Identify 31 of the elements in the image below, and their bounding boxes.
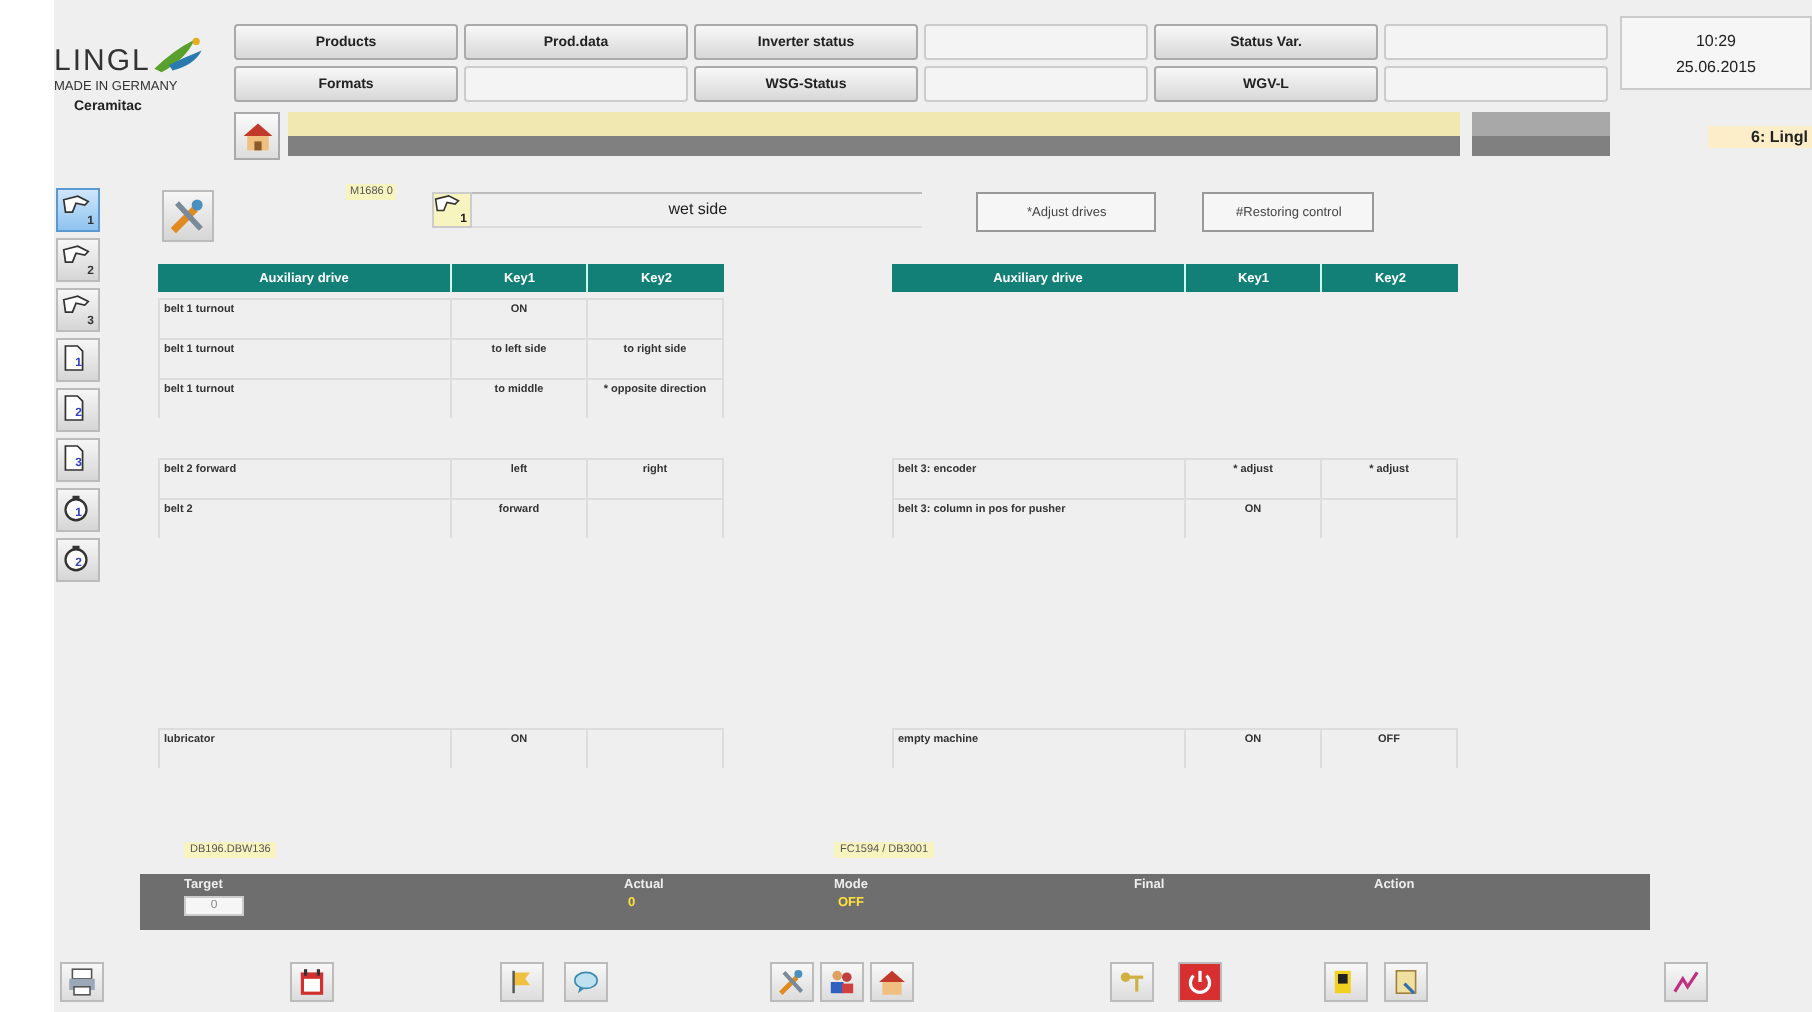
brand-logo: LINGL: [54, 46, 151, 76]
tools-button[interactable]: [162, 190, 214, 242]
status-block: [1472, 112, 1610, 136]
document-icon: [62, 444, 86, 472]
status-block: [1472, 136, 1610, 156]
document-icon: [62, 394, 86, 422]
power-icon[interactable]: [1178, 962, 1222, 1002]
house-icon: [239, 118, 276, 154]
leaf-logo-icon: [150, 36, 207, 76]
document-icon: [62, 344, 86, 372]
stopwatch-icon: [62, 494, 90, 522]
pointing-hand-icon: [62, 244, 90, 266]
time-text: 10:29: [1695, 31, 1737, 49]
printer-icon[interactable]: [60, 962, 104, 1002]
calendar-icon[interactable]: [290, 962, 334, 1002]
home-icon[interactable]: [870, 962, 914, 1002]
signal-icon[interactable]: [1664, 962, 1708, 1002]
chat-icon[interactable]: [564, 962, 608, 1002]
title-field: wet side: [472, 192, 923, 228]
pointing-hand-icon: [62, 194, 90, 216]
document-icon[interactable]: [1384, 962, 1428, 1002]
pointing-hand-icon: [434, 194, 461, 214]
tools-icon[interactable]: [770, 962, 814, 1002]
stopwatch-icon: [62, 544, 90, 572]
people-icon[interactable]: [820, 962, 864, 1002]
pointing-hand-icon: [62, 294, 90, 316]
folder-icon[interactable]: [1324, 962, 1368, 1002]
flag-icon[interactable]: [500, 962, 544, 1002]
user-label: 6: Lingl: [1707, 126, 1812, 148]
home-button[interactable]: [234, 112, 281, 160]
date-text: 25.06.2015: [1675, 57, 1757, 75]
